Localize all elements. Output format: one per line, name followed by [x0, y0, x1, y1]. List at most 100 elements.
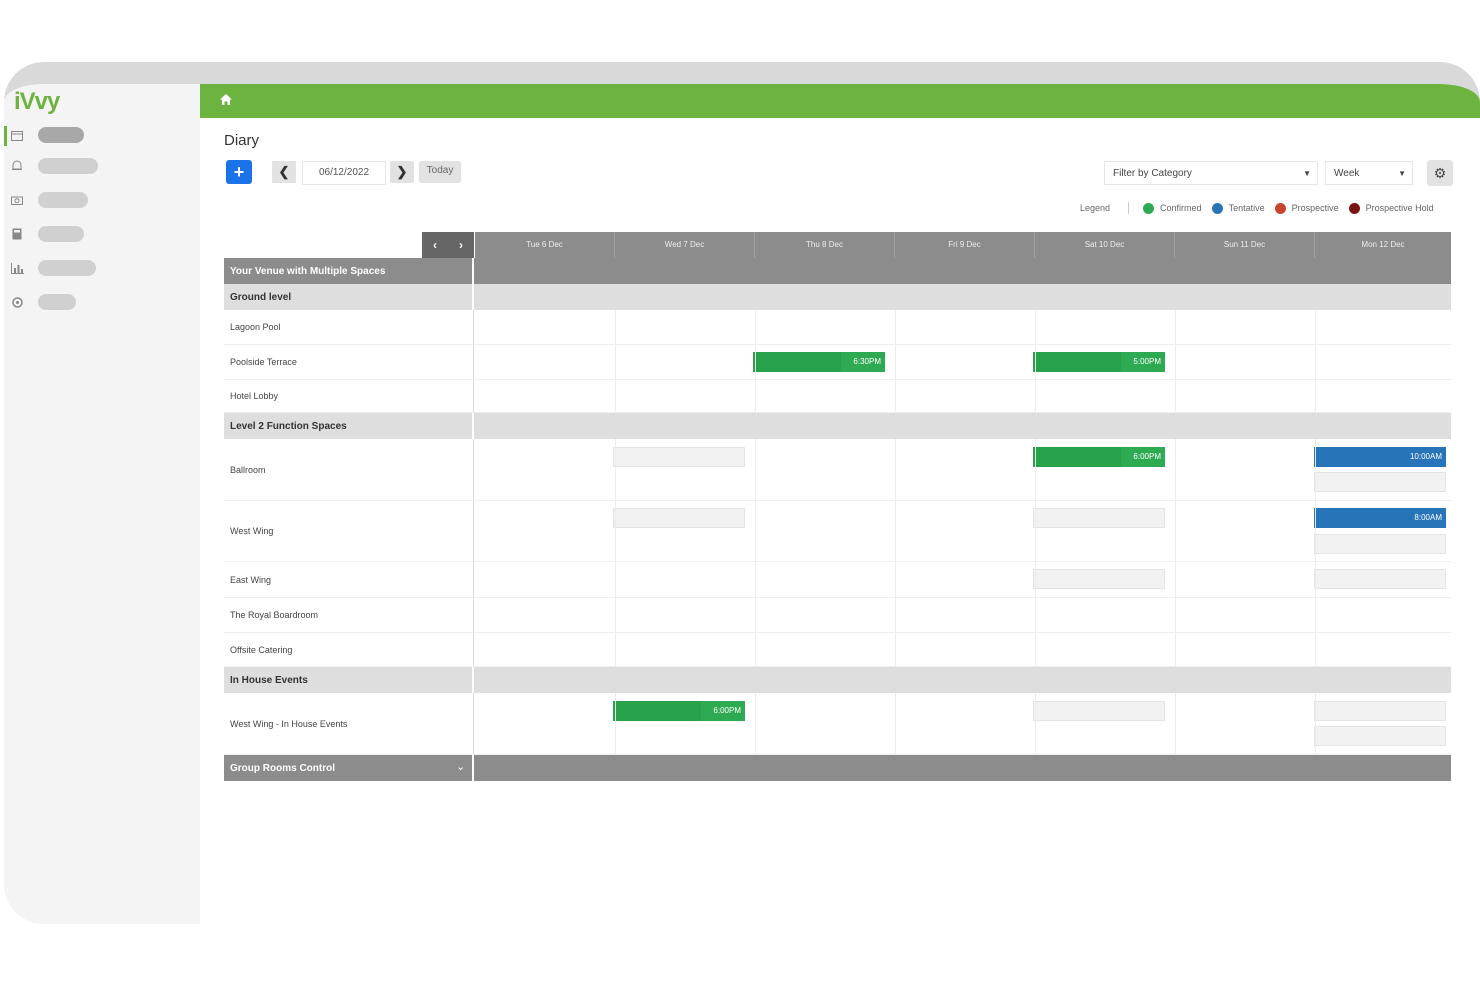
legend-divider — [1128, 202, 1130, 214]
caret-down-icon: ▼ — [1303, 169, 1311, 178]
day-divider — [1315, 345, 1316, 379]
day-divider — [615, 693, 616, 754]
empty-booking-slot[interactable] — [613, 508, 745, 528]
chevron-left-icon: ❮ — [278, 164, 290, 179]
empty-booking-slot[interactable] — [1314, 534, 1446, 554]
day-divider — [615, 345, 616, 379]
legend-item-prospective: Prospective — [1274, 202, 1339, 214]
week-next-button[interactable]: › — [459, 238, 463, 252]
day-divider — [895, 380, 896, 412]
sidebar-item-diary[interactable] — [10, 126, 84, 144]
settings-button[interactable]: ⚙ — [1427, 160, 1453, 186]
booking-bar-confirmed[interactable]: 6:00PM — [613, 701, 745, 721]
day-divider — [1035, 501, 1036, 561]
day-divider — [1315, 598, 1316, 632]
home-icon[interactable] — [220, 94, 234, 108]
filter-select-label: Filter by Category — [1113, 168, 1192, 179]
section-label: In House Events — [224, 667, 474, 693]
day-divider — [895, 439, 896, 500]
chevron-down-icon: ⌄ — [456, 761, 466, 773]
footer-label: Group Rooms Control — [224, 755, 474, 781]
day-divider — [1035, 633, 1036, 666]
day-divider — [1315, 693, 1316, 754]
day-divider — [1035, 598, 1036, 632]
next-date-button[interactable]: ❯ — [390, 161, 414, 183]
calendar-icon — [10, 129, 24, 141]
today-button[interactable]: Today — [419, 161, 461, 183]
booking-bar-tentative[interactable]: 10:00AM — [1314, 447, 1446, 467]
empty-booking-slot[interactable] — [1314, 726, 1446, 746]
legend-dot — [1348, 202, 1360, 214]
day-divider — [615, 598, 616, 632]
day-divider — [755, 345, 756, 379]
booking-time: 5:00PM — [1133, 357, 1161, 366]
legend-dot — [1274, 202, 1286, 214]
sidebar-item-placeholder — [38, 192, 88, 208]
sidebar-item-notifications[interactable] — [10, 157, 98, 175]
day-header: Mon 12 Dec — [1361, 240, 1405, 249]
booking-setup-segment — [753, 352, 841, 372]
day-divider — [1175, 380, 1176, 412]
booking-bar-confirmed[interactable]: 6:00PM — [1033, 447, 1165, 467]
legend-label: Prospective Hold — [1365, 203, 1434, 213]
space-label: The Royal Boardroom — [224, 598, 474, 632]
bell-icon — [10, 160, 24, 172]
sidebar-item-accounts[interactable] — [10, 225, 84, 243]
booking-bar-confirmed[interactable]: 6:30PM — [753, 352, 885, 372]
sidebar-item-settings[interactable] — [10, 293, 76, 311]
sidebar-item-reports[interactable] — [10, 259, 96, 277]
booking-setup-segment — [1033, 447, 1121, 467]
day-divider — [895, 598, 896, 632]
day-divider — [1175, 598, 1176, 632]
booking-bar-tentative[interactable]: 8:00AM — [1314, 508, 1446, 528]
booking-time: 6:30PM — [853, 357, 881, 366]
view-select[interactable]: Week ▼ — [1325, 161, 1413, 185]
day-header: Tue 6 Dec — [475, 232, 615, 258]
day-header: Fri 9 Dec — [895, 232, 1035, 258]
sidebar-item-placeholder — [38, 158, 98, 174]
legend-dot — [1143, 202, 1155, 214]
week-nav: ‹ › — [422, 232, 474, 258]
section-label: Level 2 Function Spaces — [224, 413, 474, 439]
group-rooms-control-row[interactable]: Group Rooms Control ⌄ — [224, 755, 1451, 781]
date-input[interactable]: 06/12/2022 — [302, 161, 386, 185]
day-divider — [615, 501, 616, 561]
empty-booking-slot[interactable] — [613, 447, 745, 467]
venue-row: Your Venue with Multiple Spaces — [224, 258, 1451, 284]
empty-booking-slot[interactable] — [1314, 569, 1446, 589]
empty-booking-slot[interactable] — [1314, 701, 1446, 721]
day-divider — [615, 562, 616, 597]
day-divider — [1035, 345, 1036, 379]
section-row-level-2: Level 2 Function Spaces — [224, 413, 1451, 439]
prev-date-button[interactable]: ❮ — [272, 161, 296, 183]
day-divider — [755, 310, 756, 344]
sidebar-item-placeholder — [38, 260, 96, 276]
filter-by-category-select[interactable]: Filter by Category ▼ — [1104, 161, 1318, 185]
booking-bar-confirmed[interactable]: 5:00PM — [1033, 352, 1165, 372]
legend-title: Legend — [1080, 203, 1111, 213]
space-row: West Wing - In House Events 6:00PM — [224, 693, 1451, 755]
space-row: The Royal Boardroom — [224, 598, 1451, 633]
empty-booking-slot[interactable] — [1033, 569, 1165, 589]
empty-booking-slot[interactable] — [1314, 472, 1446, 492]
empty-booking-slot[interactable] — [1033, 508, 1165, 528]
space-label: Hotel Lobby — [224, 380, 474, 412]
space-row: Ballroom 6:00PM 10:00AM — [224, 439, 1451, 501]
sidebar-item-placeholder — [38, 226, 84, 242]
sidebar-item-media[interactable] — [10, 191, 88, 209]
day-divider — [895, 562, 896, 597]
legend-label: Tentative — [1228, 203, 1265, 213]
day-header: Wed 7 Dec — [615, 232, 755, 258]
empty-booking-slot[interactable] — [1033, 701, 1165, 721]
space-row: Offsite Catering — [224, 633, 1451, 667]
day-header: Sun 11 Dec — [1175, 232, 1315, 258]
booking-setup-segment — [613, 701, 701, 721]
week-prev-button[interactable]: ‹ — [433, 238, 437, 252]
add-booking-button[interactable]: + — [226, 160, 252, 184]
day-divider — [1175, 501, 1176, 561]
day-divider — [1175, 345, 1176, 379]
booking-time: 8:00AM — [1414, 513, 1442, 522]
space-label: East Wing — [224, 562, 474, 597]
day-divider — [1175, 633, 1176, 666]
page-title: Diary — [224, 132, 260, 149]
